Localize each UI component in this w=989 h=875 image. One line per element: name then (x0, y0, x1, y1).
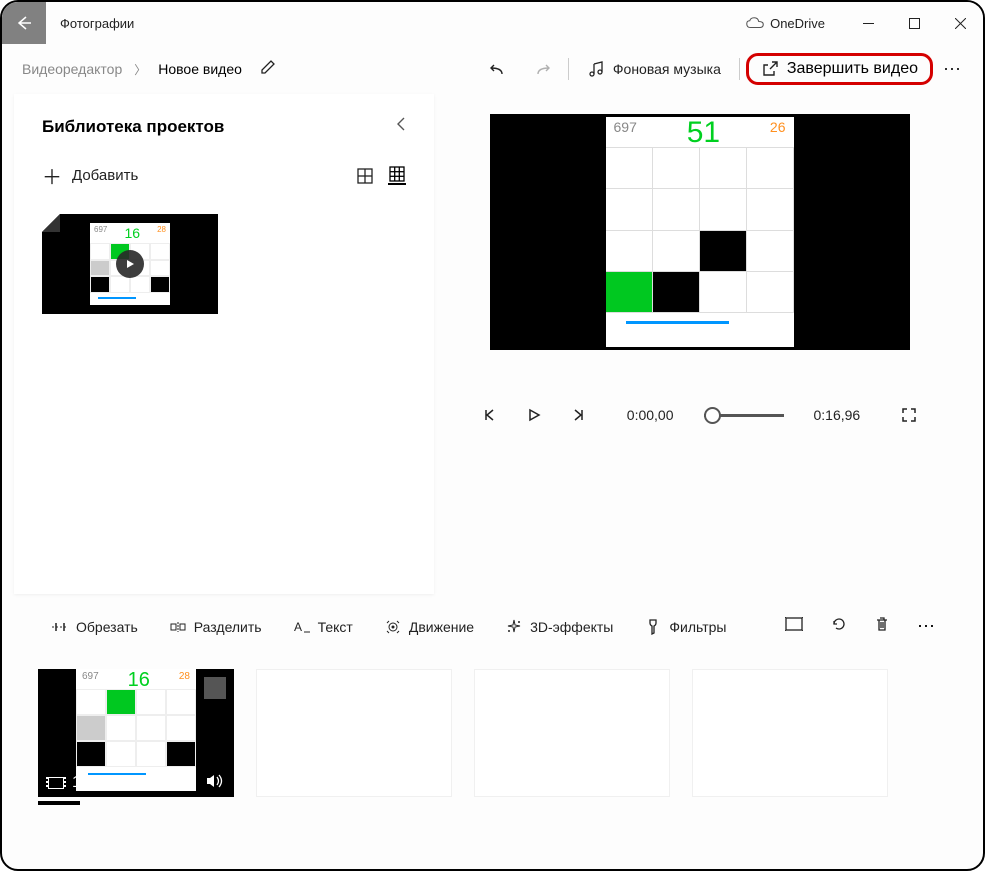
seek-slider[interactable] (704, 414, 784, 417)
filters-label: Фильтры (669, 619, 726, 635)
finish-video-button[interactable]: Завершить видео (746, 53, 933, 85)
text-icon: A (294, 619, 310, 635)
titlebar: Фотографии OneDrive (2, 2, 983, 44)
delete-button[interactable] (863, 610, 901, 643)
storyboard-empty-slot[interactable] (256, 669, 452, 797)
more-button[interactable]: ⋯ (933, 53, 971, 86)
play-button[interactable] (525, 406, 543, 424)
trim-icon (52, 619, 68, 635)
fx3d-button[interactable]: 3D-эффекты (492, 613, 627, 641)
clip-score-center: 16 (128, 671, 150, 687)
breadcrumb-current[interactable]: Новое видео (150, 55, 250, 83)
next-frame-button[interactable] (569, 406, 587, 424)
preview-video[interactable]: 697 51 26 (490, 114, 910, 350)
edit-toolbar: Обрезать Разделить A Текст Движение 3D-э… (2, 594, 983, 659)
onedrive-label: OneDrive (770, 16, 825, 31)
text-label: Текст (318, 619, 353, 635)
sparkle-icon (506, 619, 522, 635)
undo-button[interactable] (478, 54, 520, 84)
fx3d-label: 3D-эффекты (530, 619, 613, 635)
app-title: Фотографии (60, 16, 134, 31)
separator (568, 58, 569, 80)
filters-button[interactable]: Фильтры (631, 613, 740, 641)
finish-label: Завершить видео (787, 60, 918, 78)
view-small-button[interactable] (388, 167, 406, 185)
svg-text:A: A (294, 620, 302, 634)
edit-more-button[interactable]: ⋯ (905, 610, 947, 643)
separator (739, 58, 740, 80)
add-label: Добавить (72, 167, 138, 184)
storyboard-empty-slot[interactable] (692, 669, 888, 797)
close-button[interactable] (937, 2, 983, 44)
view-large-button[interactable] (356, 167, 374, 185)
breadcrumb-root[interactable]: Видеоредактор (14, 55, 130, 83)
motion-icon (385, 619, 401, 635)
collapse-library-button[interactable] (396, 116, 406, 137)
onedrive-button[interactable]: OneDrive (746, 16, 825, 31)
bg-music-button[interactable]: Фоновая музыка (575, 54, 733, 84)
chevron-right-icon: 〉 (130, 61, 150, 78)
time-current: 0:00,00 (627, 407, 674, 423)
plus-icon: ＋ (42, 161, 62, 190)
split-label: Разделить (194, 619, 262, 635)
preview-content: 697 51 26 (606, 117, 794, 347)
maximize-button[interactable] (891, 2, 937, 44)
library-panel: Библиотека проектов ＋ Добавить (14, 94, 434, 594)
score-left: 697 (614, 119, 637, 145)
export-icon (761, 60, 779, 78)
aspect-button[interactable] (773, 611, 815, 642)
preview-controls: 0:00,00 0:16,96 (456, 406, 943, 424)
clip-score-left: 697 (82, 671, 99, 687)
score-center: 51 (687, 119, 720, 145)
split-icon (170, 619, 186, 635)
selection-marker (204, 677, 226, 699)
score-right: 26 (770, 119, 786, 145)
fullscreen-button[interactable] (900, 406, 918, 424)
clip-underline (38, 801, 80, 805)
motion-button[interactable]: Движение (371, 613, 488, 641)
play-icon (116, 250, 144, 278)
music-icon (587, 60, 605, 78)
rotate-button[interactable] (819, 610, 859, 643)
time-total: 0:16,96 (814, 407, 861, 423)
storyboard-clip[interactable]: 697 16 28 16,97 (38, 669, 234, 797)
add-media-button[interactable]: ＋ Добавить (42, 161, 138, 190)
split-button[interactable]: Разделить (156, 613, 276, 641)
redo-button[interactable] (520, 54, 562, 84)
trim-button[interactable]: Обрезать (38, 613, 152, 641)
text-button[interactable]: A Текст (280, 613, 367, 641)
volume-icon[interactable] (206, 773, 224, 794)
film-icon (48, 777, 64, 789)
clip-duration: 16,97 (72, 774, 112, 792)
storyboard-empty-slot[interactable] (474, 669, 670, 797)
cloud-icon (746, 17, 764, 29)
library-clip-thumb[interactable]: 6971628 (42, 214, 218, 314)
preview-panel: 697 51 26 (446, 94, 983, 594)
storyboard: 697 16 28 16,97 (2, 659, 983, 807)
trim-label: Обрезать (76, 619, 138, 635)
back-button[interactable] (2, 2, 46, 44)
app-toolbar: Видеоредактор 〉 Новое видео Фоновая музы… (2, 44, 983, 94)
clip-score-right: 28 (179, 671, 190, 687)
filters-icon (645, 619, 661, 635)
bg-music-label: Фоновая музыка (613, 61, 721, 77)
library-title: Библиотека проектов (42, 117, 224, 137)
motion-label: Движение (409, 619, 474, 635)
minimize-button[interactable] (845, 2, 891, 44)
edit-title-button[interactable] (260, 59, 276, 80)
prev-frame-button[interactable] (481, 406, 499, 424)
